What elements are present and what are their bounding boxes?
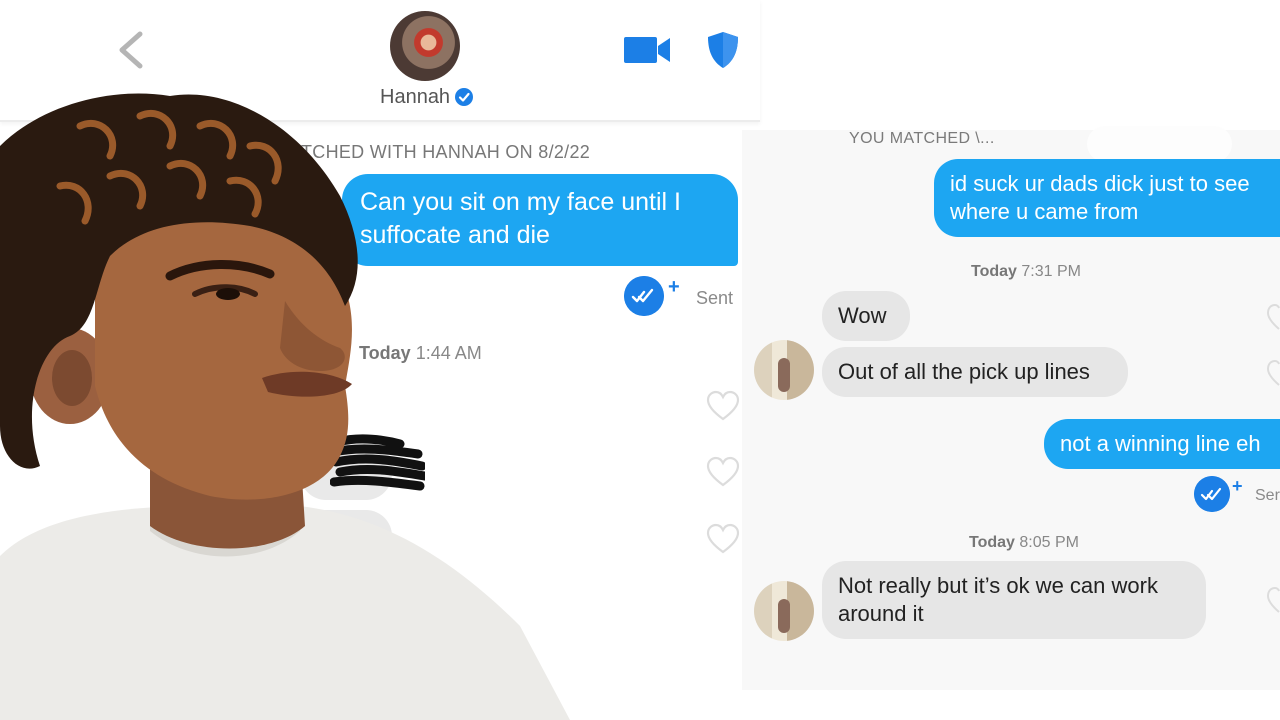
- plus-icon[interactable]: +: [1232, 476, 1243, 497]
- heart-outline-icon[interactable]: [706, 390, 740, 422]
- received-message-bubble[interactable]: Not really but it’s ok we can work aroun…: [822, 561, 1206, 639]
- heart-outline-icon[interactable]: [1265, 585, 1280, 615]
- message-timestamp: Today 7:31 PM: [971, 263, 1081, 281]
- timestamp-time: 8:05 PM: [1019, 534, 1079, 551]
- double-check-icon: [624, 276, 664, 316]
- sent-status: Ser: [1255, 487, 1280, 504]
- match-avatar-small[interactable]: [754, 581, 814, 641]
- heart-outline-icon[interactable]: [1265, 358, 1280, 388]
- shield-icon[interactable]: [705, 30, 741, 70]
- right-chat-screenshot: YOU MATCHED \... id suck ur dads dick ju…: [742, 126, 1280, 690]
- double-check-icon: [1194, 476, 1230, 512]
- timestamp-time: 7:31 PM: [1021, 263, 1081, 280]
- sent-message-bubble[interactable]: id suck ur dads dick just to see where u…: [934, 159, 1280, 237]
- received-message-bubble[interactable]: Out of all the pick up lines: [822, 347, 1128, 397]
- match-avatar[interactable]: [390, 11, 460, 81]
- received-message-bubble[interactable]: Wow: [822, 291, 910, 341]
- heart-outline-icon[interactable]: [1265, 302, 1280, 332]
- reaction-person-photo: [0, 93, 570, 720]
- sent-status: Sent: [696, 288, 734, 308]
- plus-icon[interactable]: +: [668, 276, 680, 299]
- video-camera-icon[interactable]: [623, 34, 671, 66]
- timestamp-day: Today: [971, 263, 1017, 280]
- sent-message-bubble[interactable]: not a winning line eh: [1044, 419, 1280, 469]
- match-notice: YOU MATCHED \...: [849, 130, 995, 147]
- heart-outline-icon[interactable]: [706, 456, 740, 488]
- heart-outline-icon[interactable]: [706, 523, 740, 555]
- message-timestamp: Today 8:05 PM: [969, 534, 1079, 552]
- timestamp-day: Today: [969, 534, 1015, 551]
- match-avatar-small[interactable]: [754, 340, 814, 400]
- blurred-strip: [1087, 126, 1232, 162]
- back-chevron-icon[interactable]: [112, 28, 152, 72]
